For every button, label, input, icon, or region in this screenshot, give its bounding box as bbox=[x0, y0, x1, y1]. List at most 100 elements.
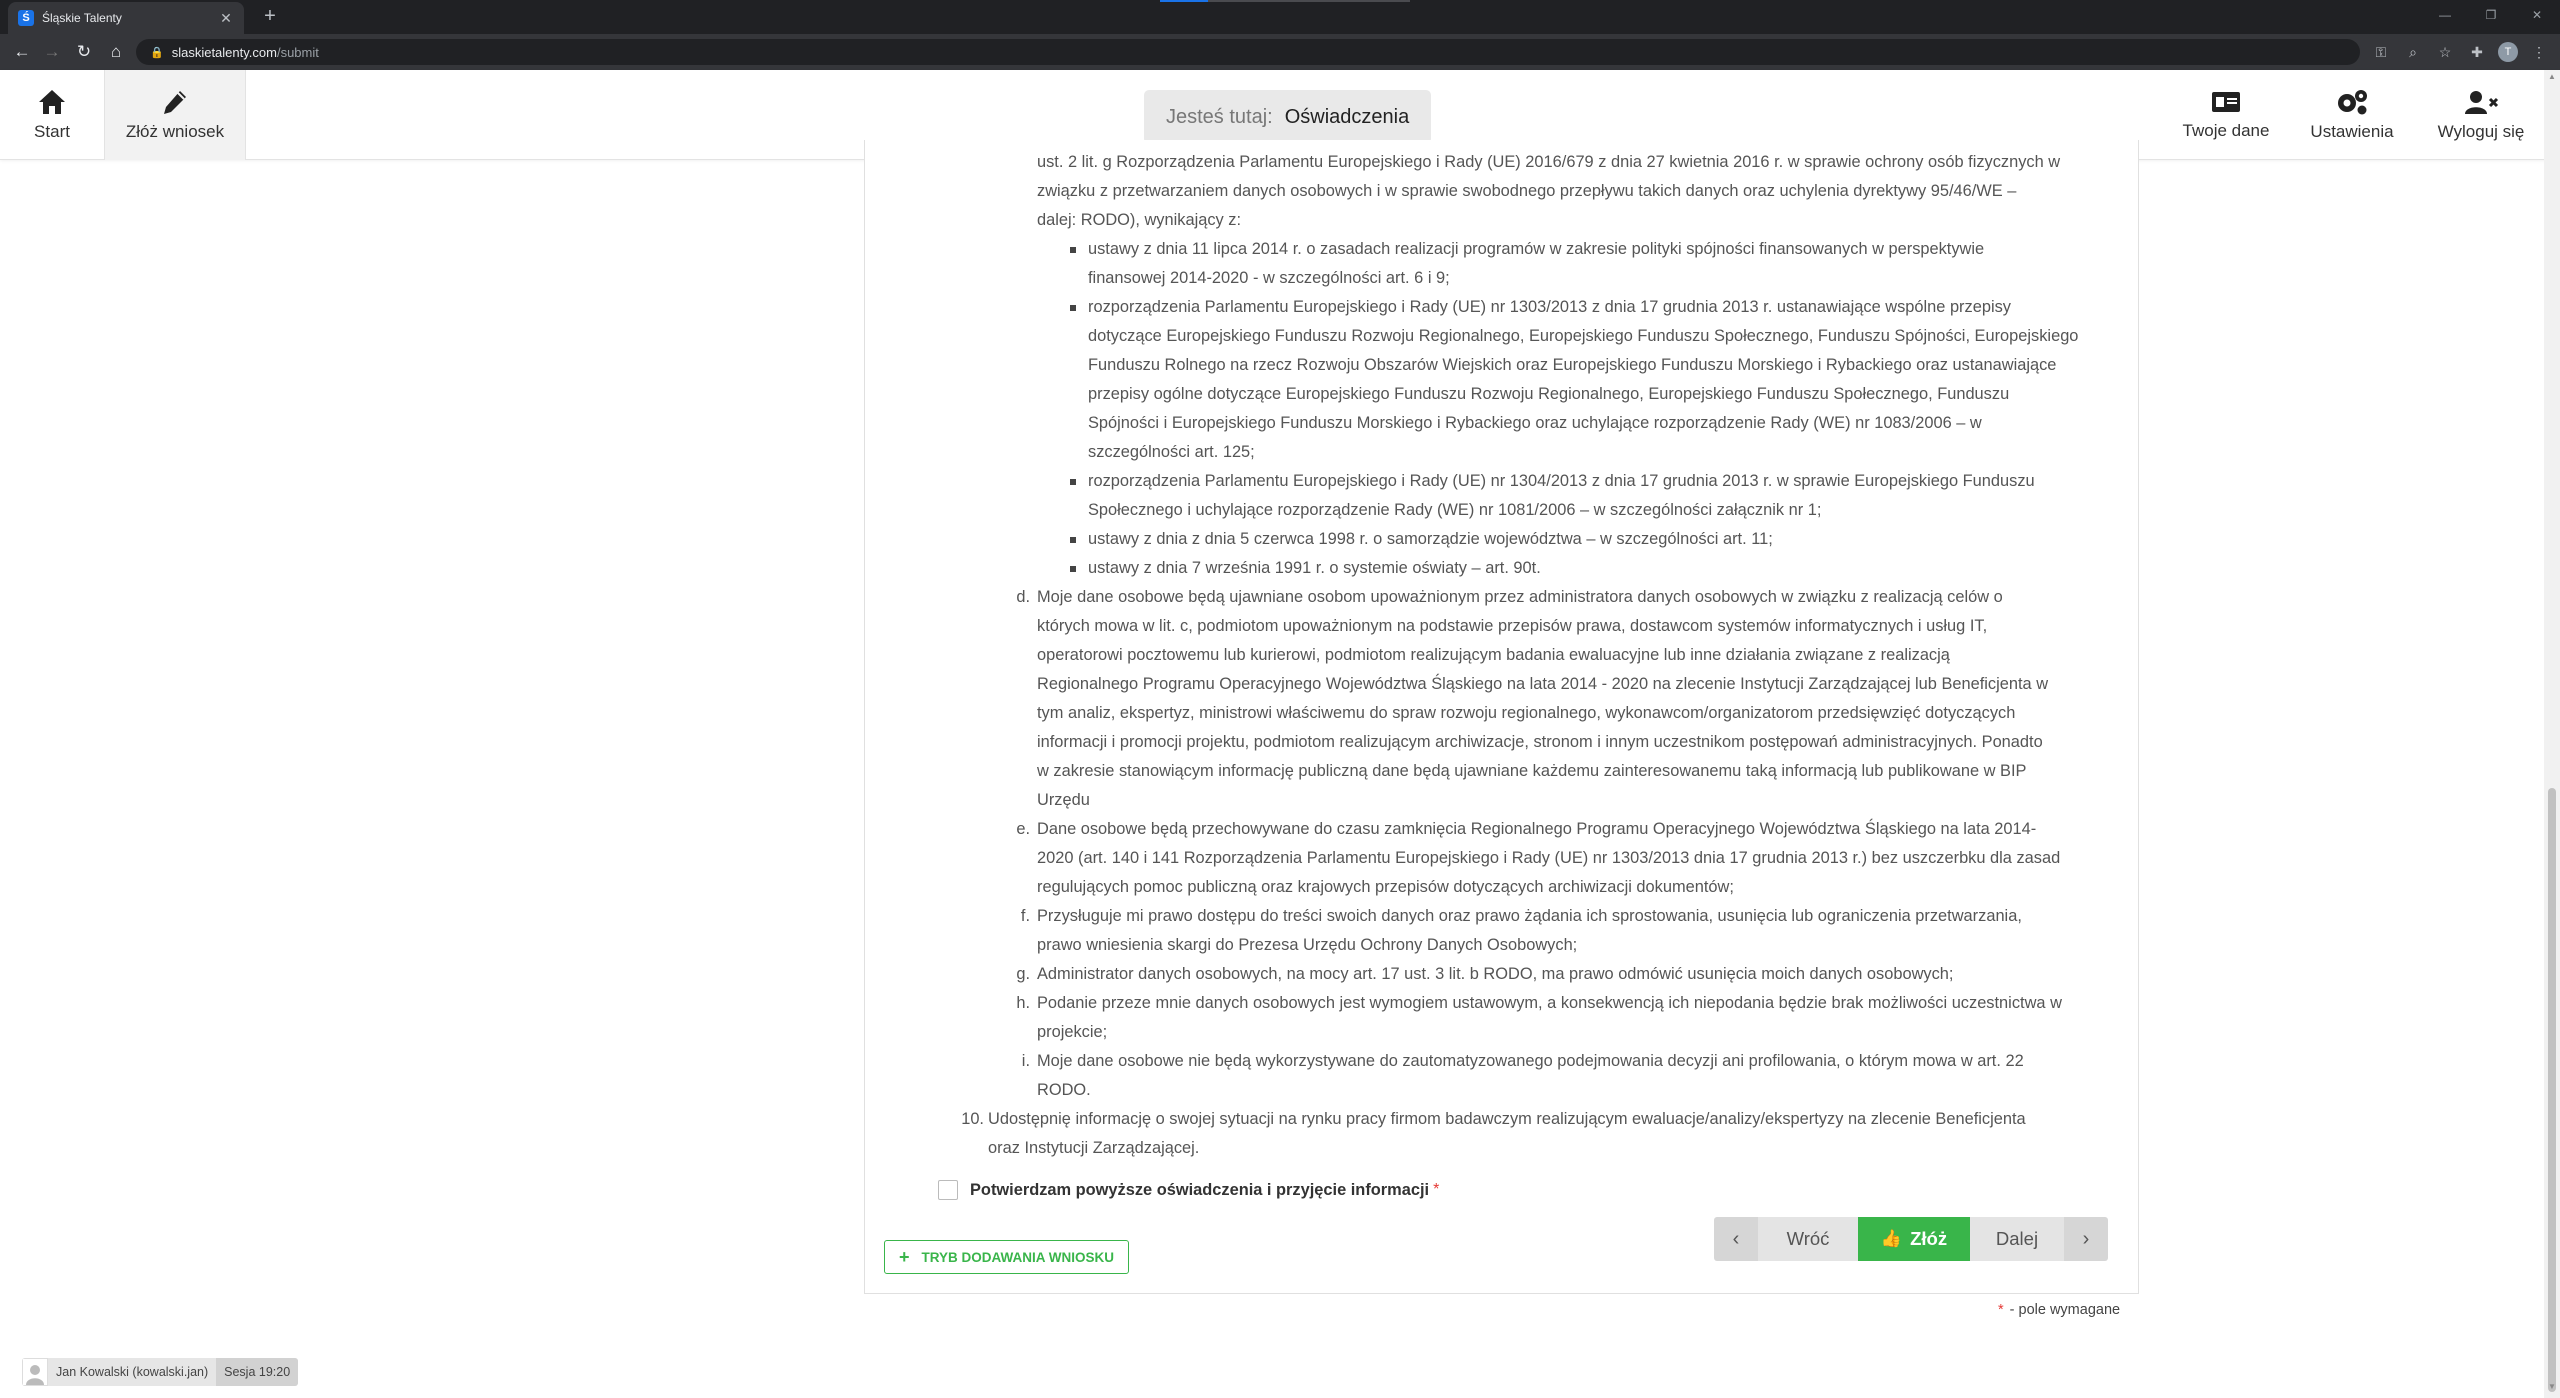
confirm-label[interactable]: Potwierdzam powyższe oświadczenia i przy… bbox=[970, 1181, 1429, 1200]
list-item: rozporządzenia Parlamentu Europejskiego … bbox=[1070, 467, 2035, 496]
text-line: prawo wniesienia skargi do Prezesa Urzęd… bbox=[1037, 936, 1578, 954]
required-legend-text: - pole wymagane bbox=[2009, 1302, 2121, 1318]
tabstrip-highlight bbox=[1160, 0, 1208, 2]
list-item: ustawy z dnia z dnia 5 czerwca 1998 r. o… bbox=[1070, 525, 1773, 554]
text-line: Moje dane osobowe będą ujawniane osobom … bbox=[1037, 588, 2003, 606]
confirm-checkbox[interactable] bbox=[938, 1180, 958, 1200]
key-icon[interactable]: ⚿ bbox=[2370, 40, 2392, 64]
user-logout-icon bbox=[2465, 91, 2499, 114]
text-line: Regionalnego Programu Operacyjnego Wojew… bbox=[1037, 675, 2049, 693]
text-line: projekcie; bbox=[1037, 1023, 1108, 1041]
user-silhouette-icon bbox=[26, 1365, 44, 1385]
browser-toolbar: ← → ↻ ⌂ 🔒 slaskietalenty.com /submit ⚿ ⌕… bbox=[0, 34, 2560, 70]
nav-settings[interactable]: Ustawienia bbox=[2297, 70, 2407, 160]
gears-icon bbox=[2338, 90, 2367, 115]
close-icon[interactable]: ✕ bbox=[218, 10, 234, 27]
browser-tabstrip: Ś Śląskie Talenty ✕ + — ❐ ✕ bbox=[0, 0, 2560, 34]
menu-kebab-icon[interactable]: ⋮ bbox=[2528, 40, 2550, 64]
reload-icon[interactable]: ↻ bbox=[72, 40, 96, 64]
text-line: informacji i promocji projektu, podmioto… bbox=[1037, 733, 2043, 751]
breadcrumb-label: Jesteś tutaj: bbox=[1166, 105, 1273, 128]
list-marker: h. bbox=[1016, 994, 1030, 1012]
submit-button[interactable]: 👍 Złóż bbox=[1858, 1217, 1970, 1261]
application-mode-button[interactable]: + TRYB DODAWANIA WNIOSKU bbox=[884, 1240, 1130, 1274]
nav-your-data-label: Twoje dane bbox=[2182, 121, 2270, 140]
home-browser-icon[interactable]: ⌂ bbox=[104, 40, 128, 64]
text-line: finansowej 2014-2020 - w szczególności a… bbox=[1088, 269, 1450, 287]
nav-logout[interactable]: Wyloguj się bbox=[2420, 70, 2542, 160]
scroll-down-icon[interactable]: ▼ bbox=[2544, 1382, 2560, 1396]
list-marker: e. bbox=[1016, 820, 1030, 838]
list-marker: d. bbox=[1016, 588, 1030, 606]
text-line: Społecznego i uchylające rozporządzenie … bbox=[1088, 501, 1822, 519]
new-tab-button[interactable]: + bbox=[258, 5, 282, 29]
back-arrow-icon[interactable]: ← bbox=[10, 40, 34, 64]
text-line: dalej: RODO), wynikający z: bbox=[1037, 211, 1242, 229]
confirm-row: Potwierdzam powyższe oświadczenia i przy… bbox=[938, 1180, 1439, 1200]
star-icon[interactable]: ☆ bbox=[2434, 40, 2456, 64]
toolbar-actions: ⚿ ⌕ ☆ ✚ T ⋮ bbox=[2370, 40, 2550, 64]
application-mode-label: TRYB DODAWANIA WNIOSKU bbox=[921, 1249, 1115, 1265]
chevron-right-icon[interactable]: › bbox=[2064, 1217, 2108, 1261]
nav-submit-application[interactable]: Złóż wniosek bbox=[104, 70, 246, 160]
zoom-icon[interactable]: ⌕ bbox=[2402, 40, 2424, 64]
list-item: ustawy z dnia 11 lipca 2014 r. o zasadac… bbox=[1069, 235, 1984, 264]
page-scrollbar[interactable]: ▲ ▼ bbox=[2544, 70, 2560, 1398]
user-name: Jan Kowalski (kowalski.jan) bbox=[56, 1365, 209, 1379]
user-session-badge: Jan Kowalski (kowalski.jan) Sesja 19:20 bbox=[22, 1358, 299, 1386]
required-legend: * - pole wymagane bbox=[1998, 1302, 2120, 1318]
text-line: w zakresie stanowiącym informację public… bbox=[1037, 762, 2027, 780]
text-line: Dane osobowe będą przechowywane do czasu… bbox=[1037, 820, 2037, 838]
nav-settings-label: Ustawienia bbox=[2310, 122, 2394, 141]
breadcrumb: Jesteś tutaj: Oświadczenia bbox=[1144, 90, 1432, 144]
submit-label: Złóż bbox=[1910, 1228, 1948, 1249]
text-line: Urzędu bbox=[1037, 791, 1090, 809]
nav-your-data[interactable]: Twoje dane bbox=[2170, 70, 2282, 160]
url-path: /submit bbox=[276, 44, 319, 60]
url-bar[interactable]: 🔒 slaskietalenty.com /submit bbox=[136, 39, 2360, 65]
next-button[interactable]: Dalej bbox=[1970, 1217, 2064, 1261]
thumbs-up-icon: 👍 bbox=[1880, 1229, 1903, 1248]
text-line: regulujących pomoc publiczną oraz krajow… bbox=[1037, 878, 1734, 896]
url-host: slaskietalenty.com bbox=[171, 44, 277, 60]
scrollbar-thumb[interactable] bbox=[2548, 788, 2556, 1392]
list-marker: g. bbox=[1016, 965, 1030, 983]
tab-title: Śląskie Talenty bbox=[42, 11, 122, 25]
browser-tab[interactable]: Ś Śląskie Talenty ✕ bbox=[8, 2, 244, 34]
plus-icon: + bbox=[899, 1246, 910, 1267]
extensions-icon[interactable]: ✚ bbox=[2466, 40, 2488, 64]
nav-start[interactable]: Start bbox=[0, 70, 104, 160]
text-line: ust. 2 lit. g Rozporządzenia Parlamentu … bbox=[1037, 153, 2061, 171]
forward-arrow-icon[interactable]: → bbox=[40, 40, 64, 64]
session-timer: Sesja 19:20 bbox=[216, 1358, 299, 1386]
list-item: rozporządzenia Parlamentu Europejskiego … bbox=[1070, 293, 2011, 322]
id-card-icon bbox=[2212, 92, 2240, 112]
back-button[interactable]: Wróć bbox=[1758, 1217, 1858, 1261]
list-item: ustawy z dnia 7 września 1991 r. o syste… bbox=[1070, 554, 1541, 583]
text-line: których mowa w lit. c, podmiotom upoważn… bbox=[1037, 617, 1988, 635]
home-icon bbox=[39, 90, 65, 114]
text-line: tym analiz, ekspertyz, ministrowi właści… bbox=[1037, 704, 2016, 722]
scroll-up-icon[interactable]: ▲ bbox=[2544, 72, 2560, 86]
list-marker: 10. bbox=[961, 1110, 984, 1128]
text-line: przepisy ogólne dotyczące Europejskiego … bbox=[1088, 385, 2010, 403]
favicon-icon: Ś bbox=[18, 10, 34, 26]
text-line: 2020 (art. 140 i 141 Rozporządzenia Parl… bbox=[1037, 849, 2061, 867]
text-line: Przysługuje mi prawo dostępu do treści s… bbox=[1037, 907, 2022, 925]
text-line: Moje dane osobowe nie będą wykorzystywan… bbox=[1037, 1052, 2024, 1070]
required-star: * bbox=[1433, 1181, 1440, 1198]
restore-icon[interactable]: ❐ bbox=[2468, 0, 2514, 30]
text-line: Administrator danych osobowych, na mocy … bbox=[1037, 965, 1954, 983]
required-star: * bbox=[1998, 1302, 2004, 1318]
list-marker: f. bbox=[1020, 907, 1030, 925]
text-line: operatorowi pocztowemu lub kurierowi, po… bbox=[1037, 646, 1950, 664]
close-window-icon[interactable]: ✕ bbox=[2514, 0, 2560, 30]
text-line: oraz Instytucji Zarządzającej. bbox=[988, 1139, 1200, 1157]
profile-avatar[interactable]: T bbox=[2498, 42, 2518, 62]
text-line: Funduszu Rolnego na rzecz Rozwoju Obszar… bbox=[1088, 356, 2057, 374]
minimize-icon[interactable]: — bbox=[2422, 0, 2468, 30]
text-line: związku z przetwarzaniem danych osobowyc… bbox=[1037, 182, 2017, 200]
text-line: RODO. bbox=[1037, 1081, 1091, 1099]
chevron-left-icon[interactable]: ‹ bbox=[1714, 1217, 1758, 1261]
text-line: dotyczące Europejskiego Funduszu Rozwoju… bbox=[1088, 327, 2079, 345]
